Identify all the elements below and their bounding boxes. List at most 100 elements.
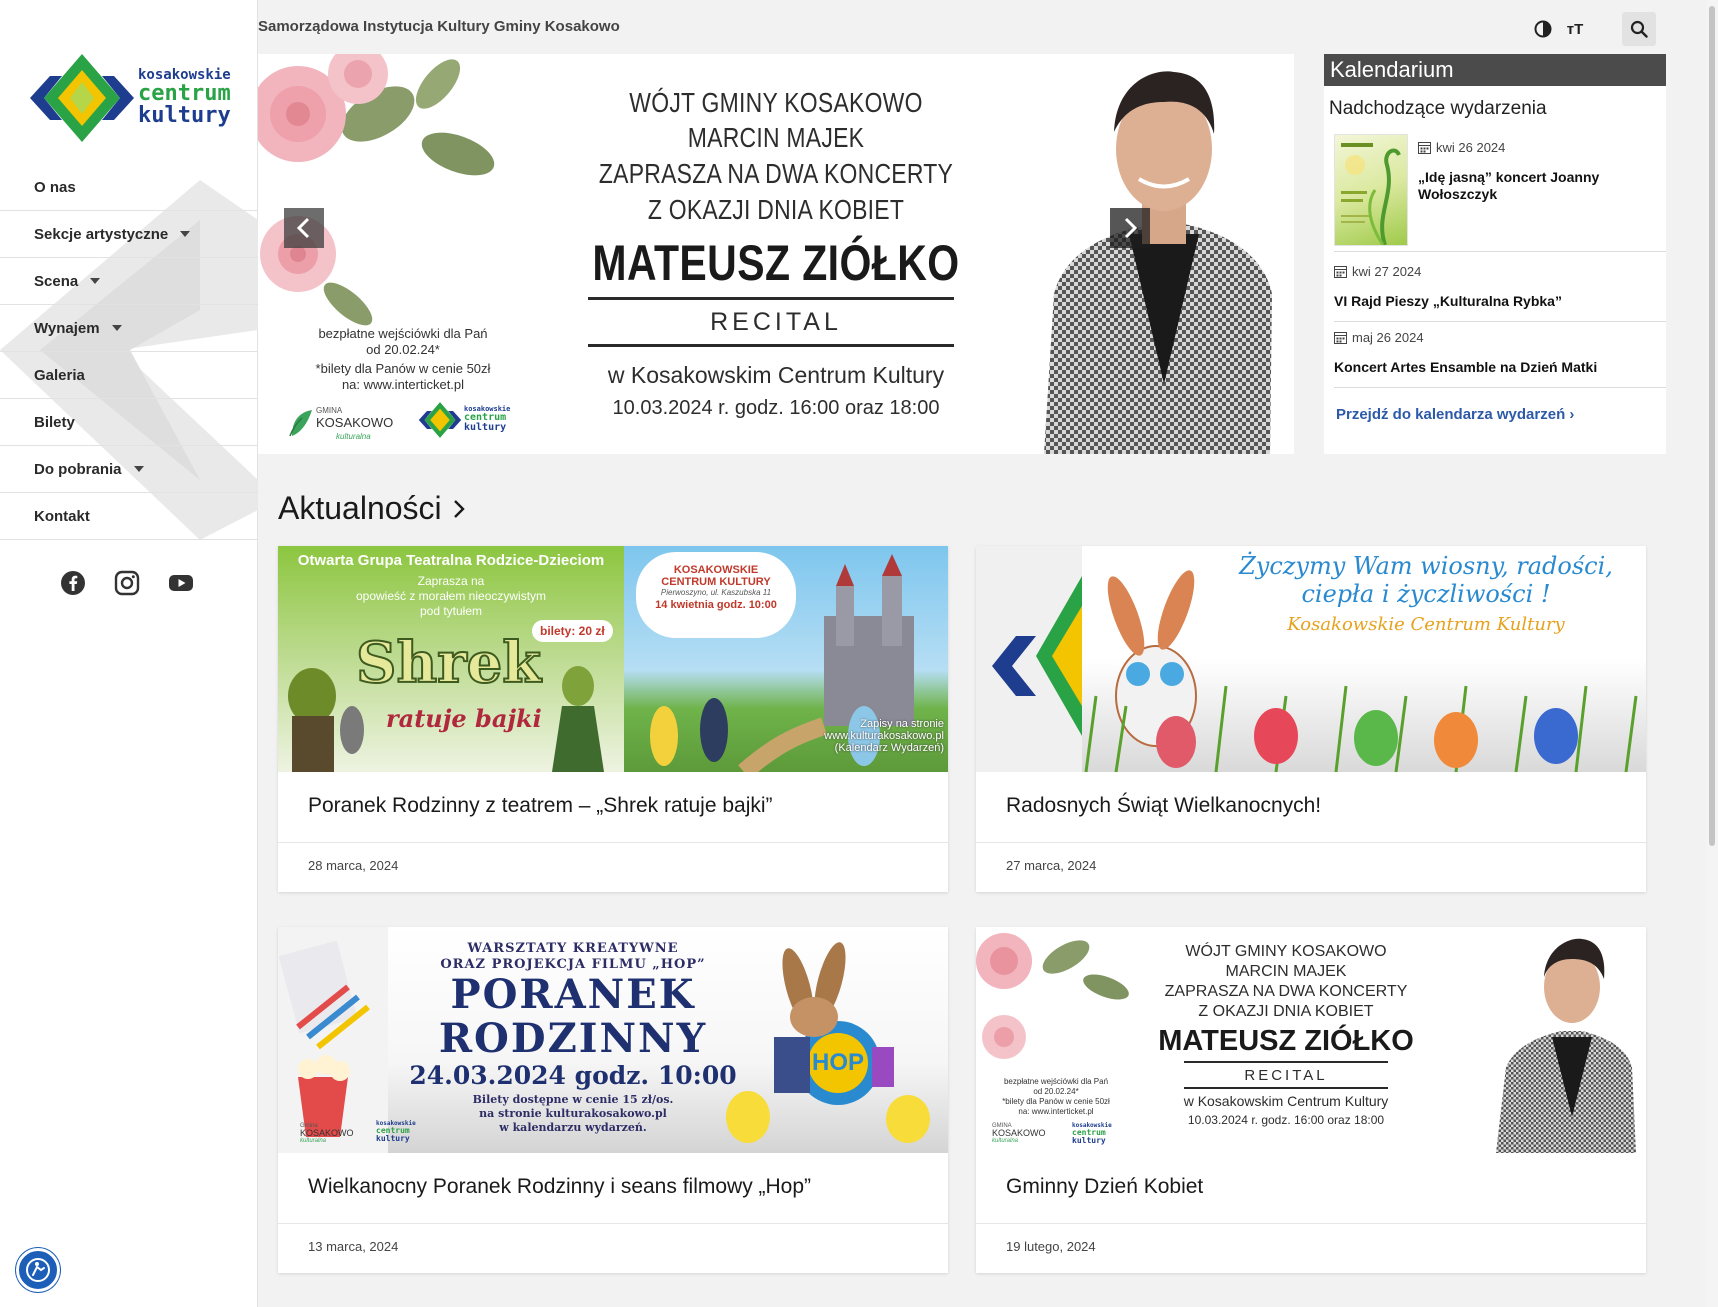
event-date-text: kwi 26 2024 (1436, 140, 1506, 155)
kck-small-text: kosakowskie centrum kultury (464, 406, 510, 433)
main-nav: O nas Sekcje artystyczne Scena Wynajem G… (0, 164, 258, 540)
hop-title-line1: PORANEK (450, 971, 696, 1018)
event-title[interactable]: Koncert Artes Ensamble na Dzień Matki (1334, 359, 1666, 376)
nav-item-do-pobrania[interactable]: Do pobrania (0, 446, 258, 493)
card4-line3: ZAPRASZA NA DWA KONCERTY (1164, 983, 1408, 1000)
event-date: maj 26 2024 (1334, 330, 1666, 345)
calendar-link-label: Przejdź do kalendarza wydarzeń (1336, 406, 1566, 423)
card4-kck-line3: kultury (1072, 1136, 1106, 1145)
site-logo[interactable]: kosakowskie centrum kultury (28, 52, 238, 144)
chevron-right-icon (453, 499, 465, 518)
accessibility-icon (26, 1258, 50, 1282)
calendar-icon (1334, 332, 1347, 344)
news-heading-label: Aktualności (278, 490, 442, 526)
shrek-banner-right: KOSAKOWSKIE CENTRUM KULTURY Pierwoszyno,… (624, 546, 948, 772)
leaf-icon (289, 410, 312, 437)
news-card-date: 13 marca, 2024 (308, 1239, 399, 1254)
news-card[interactable]: WARSZTATY KREATYWNE ORAZ PROJEKCJA FILMU… (278, 927, 948, 1273)
news-card-title[interactable]: Radosnych Świąt Wielkanocnych! (1006, 794, 1321, 818)
logo-line3: kultury (138, 103, 231, 128)
accessibility-button[interactable] (16, 1248, 60, 1292)
news-card-title[interactable]: Gminny Dzień Kobiet (1006, 1175, 1203, 1199)
news-card-image[interactable]: Życzymy Wam wiosny, radości, ciepła i ży… (976, 546, 1646, 772)
card4-kck-logo: kosakowskie centrum kultury (1072, 1123, 1132, 1149)
card4-ticket3: *bilety dla Panów w cenie 50zł (1002, 1097, 1110, 1106)
page-scrollbar[interactable] (1706, 0, 1718, 1307)
nav-item-label: Scena (34, 272, 79, 290)
news-card-date: 19 lutego, 2024 (1006, 1239, 1096, 1254)
hop-top-line2: ORAZ PROJEKCJA FILMU „HOP” (440, 957, 706, 972)
logo-mark-icon (30, 54, 134, 142)
easter-signature: Kosakowskie Centrum Kultury (1287, 614, 1565, 635)
gmina-label: KOSAKOWO (316, 415, 394, 430)
news-card-image[interactable]: WÓJT GMINY KOSAKOWO MARCIN MAJEK ZAPRASZ… (976, 927, 1646, 1153)
calendar-icon (1334, 266, 1347, 278)
youtube-icon[interactable] (168, 570, 194, 596)
card4-rule-top (1184, 1061, 1388, 1063)
card4-date: 10.03.2024 r. godz. 16:00 oraz 18:00 (1187, 1113, 1385, 1127)
nav-item-sekcje-artystyczne[interactable]: Sekcje artystyczne (0, 211, 258, 258)
facebook-icon[interactable] (60, 570, 86, 596)
registration-info: Zapisy na stronie www.kulturakosakowo.pl… (824, 718, 944, 754)
caret-down-icon (90, 278, 101, 284)
calendar-event[interactable]: kwi 27 2024 VI Rajd Pieszy „Kulturalna R… (1334, 258, 1666, 322)
news-card-title[interactable]: Poranek Rodzinny z teatrem – „Shrek ratu… (308, 794, 773, 818)
slider-ticket-line1: bezpłatne wejściówki dla Pań (318, 326, 488, 341)
institution-title: Samorządowa Instytucja Kultury Gminy Kos… (258, 18, 620, 35)
card4-ticket1: bezpłatne wejściówki dla Pań (1003, 1077, 1109, 1086)
event-thumbnail[interactable] (1334, 134, 1408, 246)
news-card[interactable]: Życzymy Wam wiosny, radości, ciepła i ży… (976, 546, 1646, 892)
news-card[interactable]: Otwarta Grupa Teatralna Rodzice-Dzieciom… (278, 546, 948, 892)
card4-recital: RECITAL (1244, 1067, 1328, 1084)
hero-slider[interactable]: WÓJT GMINY KOSAKOWO MARCIN MAJEK ZAPRASZ… (258, 54, 1294, 454)
scrollbar-thumb[interactable] (1709, 6, 1715, 846)
news-card[interactable]: WÓJT GMINY KOSAKOWO MARCIN MAJEK ZAPRASZ… (976, 927, 1646, 1273)
card4-gmina-name: KOSAKOWO (992, 1128, 1046, 1138)
contrast-toggle[interactable] (1528, 14, 1558, 44)
news-card-image[interactable]: Otwarta Grupa Teatralna Rodzice-Dzieciom… (278, 546, 948, 772)
calendar-all-events-link[interactable]: Przejdź do kalendarza wydarzeń › (1336, 406, 1574, 423)
nav-item-label: Bilety (34, 413, 75, 431)
text-size-icon: ᴛT (1566, 20, 1584, 38)
slider-ticket-line3: *bilety dla Panów w cenie 50zł (315, 361, 491, 376)
news-heading[interactable]: Aktualności (278, 490, 466, 527)
calendar-title: Kalendarium (1324, 54, 1666, 86)
slider-next-button[interactable] (1110, 208, 1150, 248)
slider-prev-button[interactable] (284, 208, 324, 248)
performer-photo (1496, 938, 1636, 1153)
nav-item-galeria[interactable]: Galeria (0, 352, 258, 399)
card4-ticket4: na: www.interticket.pl (1018, 1107, 1094, 1116)
instagram-icon[interactable] (114, 570, 140, 596)
news-card-image[interactable]: WARSZTATY KREATYWNE ORAZ PROJEKCJA FILMU… (278, 927, 948, 1153)
nav-item-scena[interactable]: Scena (0, 258, 258, 305)
gmina-tagline: kulturalna (336, 432, 371, 441)
nav-item-kontakt[interactable]: Kontakt (0, 493, 258, 540)
nav-item-o-nas[interactable]: O nas (0, 164, 258, 211)
caret-down-icon (111, 325, 122, 331)
nav-item-bilety[interactable]: Bilety (0, 399, 258, 446)
gmina-small-label: GMINA (316, 406, 343, 415)
event-title[interactable]: VI Rajd Pieszy „Kulturalna Rybka” (1334, 293, 1666, 310)
hop-title-line2: RODZINNY (438, 1015, 708, 1062)
calendar-event[interactable]: kwi 26 2024 „Idę jasną” koncert Joanny W… (1334, 134, 1666, 252)
calendar-event[interactable]: maj 26 2024 Koncert Artes Ensamble na Dz… (1334, 324, 1666, 388)
registration-line1: Zapisy na stronie (860, 718, 944, 730)
kck-small-logo: kosakowskie centrum kultury (418, 400, 510, 444)
search-button[interactable] (1622, 12, 1656, 46)
card4-line1: WÓJT GMINY KOSAKOWO (1185, 943, 1387, 960)
slider-ticket-line4: na: www.interticket.pl (341, 377, 465, 392)
logo-mark-icon (418, 402, 462, 438)
event-title[interactable]: „Idę jasną” koncert Joanny Wołoszczyk (1418, 169, 1658, 203)
text-size-toggle[interactable]: ᴛT (1560, 14, 1590, 44)
hop-gmina-name: KOSAKOWO (300, 1128, 354, 1138)
nav-item-wynajem[interactable]: Wynajem (0, 305, 258, 352)
caret-down-icon (180, 231, 191, 237)
news-card-title[interactable]: Wielkanocny Poranek Rodzinny i seans fil… (308, 1175, 811, 1199)
card4-rule-bottom (1184, 1087, 1388, 1089)
slider-ticket-line2: od 20.02.24* (366, 342, 440, 357)
chevron-left-icon (296, 217, 310, 239)
slider-rule-bottom (588, 344, 954, 347)
nav-item-label: Galeria (34, 366, 85, 384)
cloud-line3: Pierwoszyno, ul. Kaszubska 11 (660, 588, 772, 597)
nav-item-label: Sekcje artystyczne (34, 225, 169, 243)
